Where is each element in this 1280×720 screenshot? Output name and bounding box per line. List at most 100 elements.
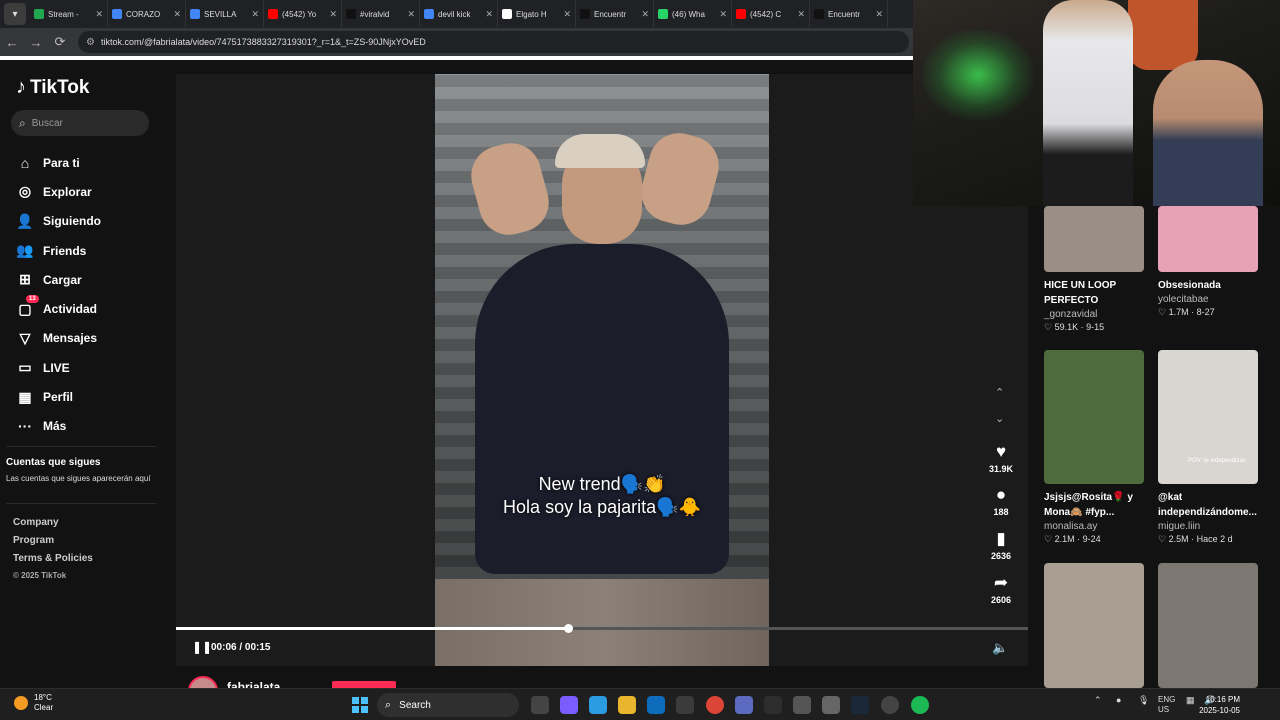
browser-tab[interactable]: devil kick ✕ xyxy=(420,1,498,27)
steam-icon[interactable] xyxy=(851,696,869,714)
browser-tab[interactable]: CORAZO ✕ xyxy=(108,1,186,27)
browser-tab[interactable]: Encuentr ✕ xyxy=(576,1,654,27)
sidebar-item-label: LIVE xyxy=(43,360,70,375)
reload-icon[interactable]: ⟳ xyxy=(48,34,72,50)
sidebar-item-live[interactable]: ▭ LIVE xyxy=(16,353,101,382)
close-tab-icon[interactable]: ✕ xyxy=(719,9,727,20)
search-input[interactable]: ⌕ Buscar xyxy=(11,110,149,136)
close-tab-icon[interactable]: ✕ xyxy=(407,9,415,20)
next-video-icon[interactable]: ⌄ xyxy=(995,412,1004,425)
app-icon[interactable] xyxy=(764,696,782,714)
sidebar-item-siguiendo[interactable]: 👤 Siguiendo xyxy=(16,207,101,236)
sidebar-item-cargar[interactable]: ⊞ Cargar xyxy=(16,265,101,294)
url-field[interactable]: ⚙ tiktok.com/@fabrialata/video/747517388… xyxy=(78,31,909,53)
close-tab-icon[interactable]: ✕ xyxy=(563,9,571,20)
browser-tab[interactable]: Elgato H ✕ xyxy=(498,1,576,27)
feed-card[interactable]: POV: te independizas @kat independizándom… xyxy=(1158,350,1258,545)
save-button[interactable]: ▮ 2636 xyxy=(976,529,1026,561)
feed-card[interactable]: Jsjsjs@Rosita🌹 y Mona🙈 #fyp... monalisa.a… xyxy=(1044,350,1144,545)
close-tab-icon[interactable]: ✕ xyxy=(875,9,883,20)
progress-bar[interactable] xyxy=(176,624,1028,633)
edge-icon[interactable] xyxy=(589,696,607,714)
progress-knob[interactable] xyxy=(563,624,573,633)
copilot-icon[interactable] xyxy=(560,696,578,714)
comment-button[interactable]: ● 188 xyxy=(976,485,1026,517)
notepad-icon[interactable] xyxy=(822,696,840,714)
video-thumbnail[interactable] xyxy=(1044,563,1144,688)
sidebar-item-mensajes[interactable]: ▽ Mensajes xyxy=(16,324,101,353)
video-thumbnail[interactable] xyxy=(1158,206,1258,272)
feed-card-user[interactable]: monalisa.ay xyxy=(1044,521,1144,532)
close-tab-icon[interactable]: ✕ xyxy=(251,9,259,20)
start-button[interactable] xyxy=(352,697,368,713)
previous-video-icon[interactable]: ⌃ xyxy=(995,386,1004,399)
tab-search-button[interactable]: ▾ xyxy=(4,3,26,25)
app-icon[interactable] xyxy=(735,696,753,714)
weather-widget[interactable]: 18°C Clear xyxy=(14,693,53,713)
browser-tab[interactable]: SEVILLA ✕ xyxy=(186,1,264,27)
close-tab-icon[interactable]: ✕ xyxy=(173,9,181,20)
outlook-icon[interactable] xyxy=(647,696,665,714)
spotify-icon[interactable] xyxy=(911,696,929,714)
close-tab-icon[interactable]: ✕ xyxy=(797,9,805,20)
video-thumbnail[interactable] xyxy=(1044,206,1144,272)
clock[interactable]: 10:16 PM 2025-10-05 xyxy=(1196,694,1240,716)
share-button[interactable]: ➦ 2606 xyxy=(976,573,1026,605)
clock-date: 2025-10-05 xyxy=(1199,706,1240,715)
pause-icon[interactable]: ❚❚ xyxy=(192,640,212,654)
feed-card[interactable] xyxy=(1158,563,1258,688)
feed-card[interactable]: Obsesionada yolecitabae ♡ 1.7M · 8-27 xyxy=(1158,206,1258,318)
microphone-icon[interactable]: 🎙 xyxy=(1138,695,1149,706)
footer-link-company[interactable]: Company xyxy=(13,517,93,535)
tiktok-logo[interactable]: ♪ TikTok xyxy=(16,76,89,99)
feed-card[interactable]: HICE UN LOOP PERFECTO _gonzavidal ♡ 59.1K … xyxy=(1044,206,1144,333)
feed-card-stats: ♡ 1.7M · 8-27 xyxy=(1158,307,1215,317)
browser-tab[interactable]: #viralvid ✕ xyxy=(342,1,420,27)
sidebar-item-para-ti[interactable]: ⌂ Para ti xyxy=(16,148,101,177)
sidebar-item-explorar[interactable]: ◎ Explorar xyxy=(16,177,101,206)
browser-tab[interactable]: (4542) Yo ✕ xyxy=(264,1,342,27)
task-view-icon[interactable] xyxy=(531,696,549,714)
sidebar-item-label: Mensajes xyxy=(43,331,98,346)
feed-card-user[interactable]: _gonzavidal xyxy=(1044,309,1144,320)
feed-card-user[interactable]: yolecitabae xyxy=(1158,294,1258,305)
sidebar-item-label: Más xyxy=(43,419,67,434)
chrome-icon[interactable] xyxy=(706,696,724,714)
feed-card[interactable] xyxy=(1044,563,1144,688)
browser-tab[interactable]: Encuentr ✕ xyxy=(810,1,888,27)
video-thumbnail[interactable] xyxy=(1158,563,1258,688)
browser-tab[interactable]: (4542) C ✕ xyxy=(732,1,810,27)
back-icon[interactable]: ← xyxy=(0,35,24,50)
video-frame[interactable]: New trend🗣️👏 Hola soy la pajarita🗣️🐥 xyxy=(435,74,769,666)
sidebar-item-perfil[interactable]: ▦ Perfil xyxy=(16,382,101,411)
browser-tab[interactable]: (46) Wha ✕ xyxy=(654,1,732,27)
sidebar-item-friends[interactable]: 👥 Friends xyxy=(16,236,101,265)
footer-link-program[interactable]: Program xyxy=(13,535,93,553)
sidebar-item-m-s[interactable]: ··· Más xyxy=(16,412,101,441)
tray-overflow-icon[interactable]: ⌃ xyxy=(1094,695,1102,706)
language-indicator[interactable]: ENG US xyxy=(1158,695,1175,715)
browser-tab[interactable]: Stream - ✕ xyxy=(30,1,108,27)
search-icon: ⌕ xyxy=(385,698,392,711)
store-icon[interactable] xyxy=(676,696,694,714)
close-tab-icon[interactable]: ✕ xyxy=(329,9,337,20)
tray-app-icon[interactable]: ● xyxy=(1116,695,1121,705)
forward-icon[interactable]: → xyxy=(24,35,48,50)
video-thumbnail[interactable] xyxy=(1044,350,1144,484)
footer-link-terms[interactable]: Terms & Policies xyxy=(13,553,93,571)
feed-card-user[interactable]: migue.liin xyxy=(1158,521,1258,532)
taskbar-search[interactable]: ⌕ Search xyxy=(377,693,519,717)
video-player[interactable]: New trend🗣️👏 Hola soy la pajarita🗣️🐥 ⌃ ⌄… xyxy=(176,74,1028,666)
close-tab-icon[interactable]: ✕ xyxy=(641,9,649,20)
volume-icon[interactable]: 🔈 xyxy=(992,640,1008,656)
close-tab-icon[interactable]: ✕ xyxy=(95,9,103,20)
network-icon[interactable]: ▦ xyxy=(1186,695,1195,706)
tools-icon[interactable] xyxy=(793,696,811,714)
close-tab-icon[interactable]: ✕ xyxy=(485,9,493,20)
site-info-icon[interactable]: ⚙ xyxy=(86,37,95,48)
file-explorer-icon[interactable] xyxy=(618,696,636,714)
sidebar-item-actividad[interactable]: ▢ 13 Actividad xyxy=(16,294,101,323)
obs-icon[interactable] xyxy=(881,696,899,714)
like-button[interactable]: ♥ 31.9K xyxy=(976,442,1026,474)
video-thumbnail[interactable]: POV: te independizas xyxy=(1158,350,1258,484)
